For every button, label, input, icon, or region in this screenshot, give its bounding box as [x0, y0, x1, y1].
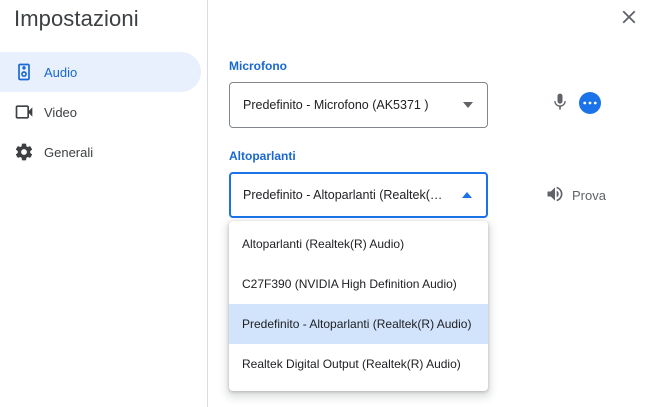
settings-sidebar: Impostazioni Audio Video Generali — [0, 0, 208, 407]
speakers-option[interactable]: C27F390 (NVIDIA High Definition Audio) — [229, 264, 488, 304]
speakers-select-value: Predefinito - Altoparlanti (Realtek(R) A… — [243, 188, 451, 202]
sidebar-item-label: Video — [44, 104, 78, 120]
volume-icon — [545, 184, 572, 207]
microphone-select[interactable]: Predefinito - Microfono (AK5371 ) — [229, 82, 488, 128]
speakers-select[interactable]: Predefinito - Altoparlanti (Realtek(R) A… — [229, 172, 488, 218]
speakers-option[interactable]: Altoparlanti (Realtek(R) Audio) — [229, 224, 488, 264]
speakers-option[interactable]: Realtek Digital Output (Realtek(R) Audio… — [229, 344, 488, 384]
test-button-label: Prova — [572, 187, 606, 203]
sidebar-item-audio[interactable]: Audio — [0, 52, 201, 92]
microphone-icon — [550, 93, 570, 116]
close-button[interactable] — [618, 6, 640, 28]
video-camera-icon — [14, 102, 34, 122]
more-horizontal-icon — [583, 101, 597, 105]
speaker-icon — [14, 62, 34, 82]
sidebar-item-video[interactable]: Video — [0, 92, 201, 132]
sidebar-item-label: Generali — [44, 144, 94, 160]
speakers-option-selected[interactable]: Predefinito - Altoparlanti (Realtek(R) A… — [229, 304, 488, 344]
gear-icon — [14, 142, 34, 162]
caret-down-icon — [463, 102, 473, 108]
speakers-dropdown-menu: Altoparlanti (Realtek(R) Audio) C27F390 … — [229, 221, 488, 391]
microphone-label: Microfono — [229, 59, 287, 73]
sidebar-item-label: Audio — [44, 64, 78, 80]
microphone-select-value: Predefinito - Microfono (AK5371 ) — [243, 98, 429, 112]
speakers-label: Altoparlanti — [229, 149, 296, 163]
sidebar-item-generali[interactable]: Generali — [0, 132, 201, 172]
microphone-test-button[interactable] — [550, 92, 570, 112]
speakers-test-button[interactable]: Prova — [545, 184, 606, 206]
caret-up-icon — [462, 192, 472, 198]
close-icon — [618, 10, 640, 32]
page-title: Impostazioni — [14, 6, 139, 31]
microphone-more-button[interactable] — [579, 92, 601, 114]
